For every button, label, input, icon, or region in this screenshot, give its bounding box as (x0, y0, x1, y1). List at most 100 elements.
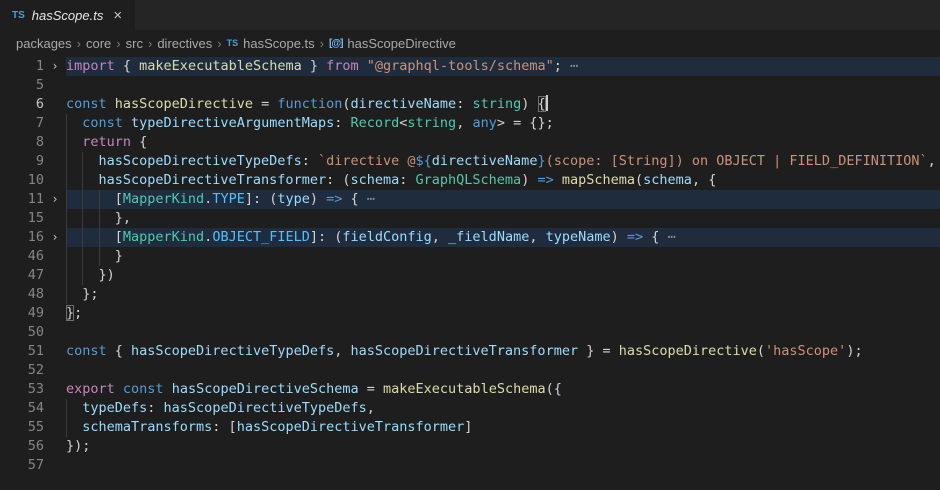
code-line[interactable]: 54 typeDefs: hasScopeDirectiveTypeDefs, (0, 399, 940, 418)
code-token: ); (846, 343, 862, 359)
fold-collapsed-icon[interactable]: › (44, 228, 66, 247)
breadcrumb-item-core[interactable]: core (86, 36, 111, 51)
breadcrumb-item-hasscopedirective[interactable]: [@]hasScopeDirective (329, 36, 456, 51)
code-line-content[interactable]: }, (66, 209, 940, 228)
fold-gutter (44, 285, 66, 304)
code-line[interactable]: 1›import { makeExecutableSchema } from "… (0, 57, 940, 76)
code-line[interactable]: 57 (0, 456, 940, 475)
code-line[interactable]: 47}) (0, 266, 940, 285)
code-line-content[interactable]: export const hasScopeDirectiveSchema = m… (66, 380, 940, 399)
line-number[interactable]: 53 (0, 380, 44, 399)
code-line[interactable]: 51 const { hasScopeDirectiveTypeDefs, has… (0, 342, 940, 361)
indent-guide (66, 285, 82, 304)
code-line-content[interactable] (66, 323, 940, 342)
code-line[interactable]: 46} (0, 247, 940, 266)
code-token: schema (350, 172, 399, 188)
line-number[interactable]: 52 (0, 361, 44, 380)
code-token: , (367, 400, 375, 416)
code-token (107, 96, 115, 112)
breadcrumb-item-packages[interactable]: packages (16, 36, 72, 51)
line-number[interactable]: 55 (0, 418, 44, 437)
code-token: any (472, 115, 496, 131)
code-line[interactable]: 10 hasScopeDirectiveTransformer: (schema:… (0, 171, 940, 190)
code-line-content[interactable] (66, 76, 940, 95)
code-line[interactable]: 8 return { (0, 133, 940, 152)
code-line-content[interactable]: } (66, 247, 940, 266)
code-line-content[interactable] (66, 456, 940, 475)
line-number[interactable]: 48 (0, 285, 44, 304)
line-number[interactable]: 57 (0, 456, 44, 475)
code-line[interactable]: 11›[MapperKind.TYPE]: (type) => { ⋯ (0, 190, 940, 209)
code-line[interactable]: 9 hasScopeDirectiveTypeDefs: `directive @… (0, 152, 940, 171)
code-line-content[interactable]: const typeDirectiveArgumentMaps: Record<… (66, 114, 940, 133)
code-line-content[interactable]: const hasScopeDirective = function(direc… (66, 95, 940, 114)
code-token: } (66, 305, 74, 321)
code-line-content[interactable]: }; (66, 304, 940, 323)
line-number[interactable]: 51 (0, 342, 44, 361)
code-line-content[interactable]: }) (66, 266, 940, 285)
code-line-content[interactable]: [MapperKind.TYPE]: (type) => { ⋯ (66, 190, 940, 209)
line-number[interactable]: 56 (0, 437, 44, 456)
folded-code-ellipsis[interactable]: ⋯ (367, 191, 374, 207)
line-number[interactable]: 5 (0, 76, 44, 95)
line-number[interactable]: 49 (0, 304, 44, 323)
code-area[interactable]: 1›import { makeExecutableSchema } from "… (0, 56, 940, 490)
code-line-content[interactable]: [MapperKind.OBJECT_FIELD]: (fieldConfig,… (66, 228, 940, 247)
code-token: ) (521, 172, 537, 188)
code-line[interactable]: 49}; (0, 304, 940, 323)
line-number[interactable]: 47 (0, 266, 44, 285)
code-token: hasScopeDirective (619, 343, 757, 359)
code-token: directiveName (351, 96, 457, 112)
fold-collapsed-icon[interactable]: › (44, 190, 66, 209)
code-line[interactable]: 15}, (0, 209, 940, 228)
code-line[interactable]: 48}; (0, 285, 940, 304)
code-line-content[interactable]: const { hasScopeDirectiveTypeDefs, hasSc… (66, 342, 940, 361)
code-line-content[interactable]: return { (66, 133, 940, 152)
close-tab-icon[interactable]: × (110, 7, 125, 24)
breadcrumb-item-hasscope-ts[interactable]: TShasScope.ts (227, 36, 315, 51)
fold-collapsed-icon[interactable]: › (44, 57, 66, 76)
folded-code-ellipsis[interactable]: ⋯ (570, 58, 577, 74)
code-line[interactable]: 7 const typeDirectiveArgumentMaps: Record… (0, 114, 940, 133)
line-number[interactable]: 9 (0, 152, 44, 171)
line-number[interactable]: 50 (0, 323, 44, 342)
code-line[interactable]: 53 export const hasScopeDirectiveSchema =… (0, 380, 940, 399)
code-line[interactable]: 16›[MapperKind.OBJECT_FIELD]: (fieldConf… (0, 228, 940, 247)
code-token: const (82, 115, 123, 131)
code-token: ] (464, 419, 472, 435)
breadcrumb-item-src[interactable]: src (126, 36, 143, 51)
line-number[interactable]: 11 (0, 190, 44, 209)
code-token: [ (115, 191, 123, 207)
line-number[interactable]: 7 (0, 114, 44, 133)
code-token: : (399, 172, 415, 188)
line-number[interactable]: 54 (0, 399, 44, 418)
line-number[interactable]: 6 (0, 95, 44, 114)
indent-guide (66, 190, 82, 209)
code-line-content[interactable]: }; (66, 285, 940, 304)
code-line[interactable]: 50 (0, 323, 940, 342)
code-line[interactable]: 56}); (0, 437, 940, 456)
code-line[interactable]: 52 (0, 361, 940, 380)
tab-hasscope-ts[interactable]: TS hasScope.ts × (0, 0, 135, 30)
code-line[interactable]: 5 (0, 76, 940, 95)
breadcrumb-item-directives[interactable]: directives (157, 36, 212, 51)
line-number[interactable]: 16 (0, 228, 44, 247)
line-number[interactable]: 46 (0, 247, 44, 266)
breadcrumb-label: packages (16, 36, 72, 51)
code-line[interactable]: 6 const hasScopeDirective = function(dire… (0, 95, 940, 114)
line-number[interactable]: 8 (0, 133, 44, 152)
indent-guide (66, 133, 82, 152)
line-number[interactable]: 10 (0, 171, 44, 190)
code-line-content[interactable]: }); (66, 437, 940, 456)
line-number[interactable]: 15 (0, 209, 44, 228)
code-line-content[interactable]: typeDefs: hasScopeDirectiveTypeDefs, (66, 399, 940, 418)
code-line-content[interactable] (66, 361, 940, 380)
code-line-content[interactable]: hasScopeDirectiveTransformer: (schema: G… (66, 171, 940, 190)
code-line-content[interactable]: schemaTransforms: [hasScopeDirectiveTran… (66, 418, 940, 437)
line-number[interactable]: 1 (0, 57, 44, 76)
folded-code-ellipsis[interactable]: ⋯ (668, 229, 675, 245)
indent-guide (82, 171, 98, 190)
code-line-content[interactable]: import { makeExecutableSchema } from "@g… (66, 57, 940, 76)
code-line-content[interactable]: hasScopeDirectiveTypeDefs: `directive @$… (66, 152, 940, 171)
code-line[interactable]: 55 schemaTransforms: [hasScopeDirectiveTr… (0, 418, 940, 437)
